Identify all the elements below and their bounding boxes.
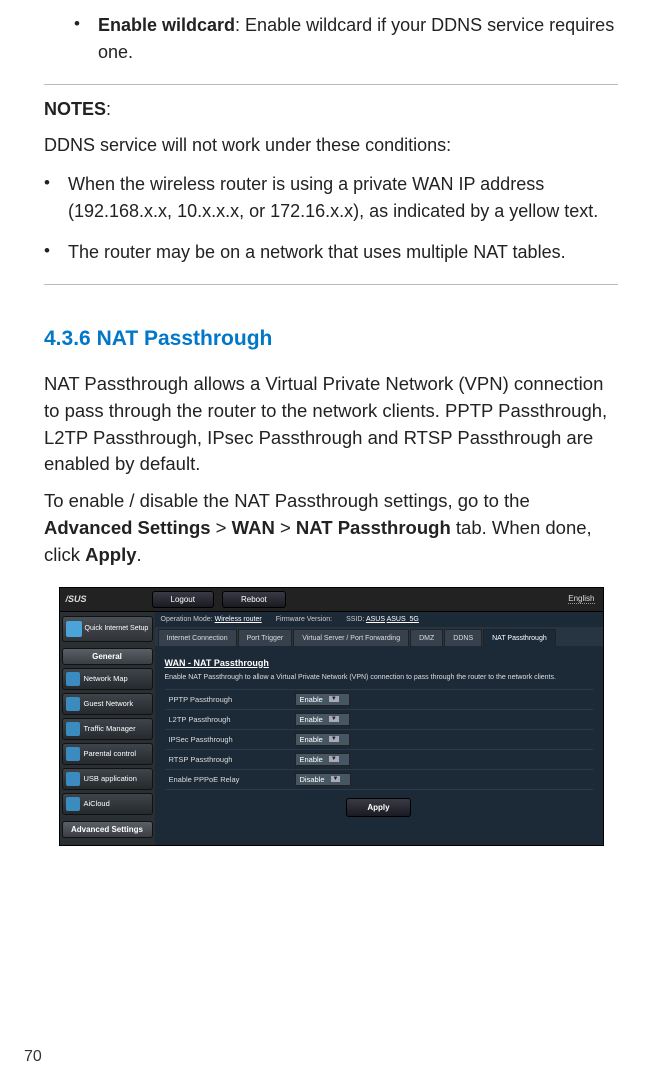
sidebar-item-1[interactable]: Guest Network bbox=[62, 693, 153, 715]
tab-port-trigger[interactable]: Port Trigger bbox=[238, 629, 293, 646]
main-area: Operation Mode: Wireless router Firmware… bbox=[155, 612, 603, 845]
panel: WAN - NAT Passthrough Enable NAT Passthr… bbox=[155, 646, 603, 833]
top-bar: /SUS Logout Reboot English bbox=[60, 588, 603, 612]
sidebar-general-header: General bbox=[62, 648, 153, 665]
setting-label: IPSec Passthrough bbox=[165, 735, 295, 744]
reboot-button[interactable]: Reboot bbox=[222, 591, 286, 608]
note-text: When the wireless router is using a priv… bbox=[68, 171, 618, 225]
chevron-down-icon: ▼ bbox=[329, 736, 339, 742]
paragraph-2: To enable / disable the NAT Passthrough … bbox=[44, 488, 618, 568]
chevron-down-icon: ▼ bbox=[329, 716, 339, 722]
paragraph-1: NAT Passthrough allows a Virtual Private… bbox=[44, 371, 618, 478]
tab-ddns[interactable]: DDNS bbox=[444, 629, 482, 646]
setting-row-4: Enable PPPoE RelayDisable▼ bbox=[165, 769, 593, 789]
note-item-1: • When the wireless router is using a pr… bbox=[44, 171, 618, 225]
setting-label: PPTP Passthrough bbox=[165, 695, 295, 704]
page-number: 70 bbox=[24, 1048, 42, 1066]
notes-title: NOTES: bbox=[44, 99, 618, 120]
setting-label: Enable PPPoE Relay bbox=[165, 775, 295, 784]
bullet-enable-wildcard: • Enable wildcard: Enable wildcard if yo… bbox=[74, 12, 618, 66]
router-ui-screenshot: /SUS Logout Reboot English Quick Interne… bbox=[59, 587, 604, 846]
sidebar-item-4[interactable]: USB application bbox=[62, 768, 153, 790]
quick-internet-setup[interactable]: Quick Internet Setup bbox=[62, 616, 153, 642]
bullet-text: Enable wildcard: Enable wildcard if your… bbox=[98, 12, 618, 66]
notes-intro: DDNS service will not work under these c… bbox=[44, 132, 618, 159]
notes-label: NOTES bbox=[44, 99, 106, 119]
sidebar-icon bbox=[66, 747, 80, 761]
sidebar-advanced-header: Advanced Settings bbox=[62, 821, 153, 838]
sidebar-item-2[interactable]: Traffic Manager bbox=[62, 718, 153, 740]
panel-title: WAN - NAT Passthrough bbox=[165, 658, 593, 668]
section-title: NAT Passthrough bbox=[97, 327, 273, 350]
section-heading: 4.3.6 NAT Passthrough bbox=[44, 327, 618, 351]
chevron-down-icon: ▼ bbox=[329, 756, 339, 762]
setting-select[interactable]: Enable▼ bbox=[295, 753, 350, 766]
sidebar-item-3[interactable]: Parental control bbox=[62, 743, 153, 765]
separator-top bbox=[44, 84, 618, 85]
tab-virtual-server-port-forwarding[interactable]: Virtual Server / Port Forwarding bbox=[293, 629, 409, 646]
notes-colon: : bbox=[106, 99, 111, 119]
sidebar-icon bbox=[66, 672, 80, 686]
tab-dmz[interactable]: DMZ bbox=[410, 629, 443, 646]
setting-label: RTSP Passthrough bbox=[165, 755, 295, 764]
sidebar-item-5[interactable]: AiCloud bbox=[62, 793, 153, 815]
note-item-2: • The router may be on a network that us… bbox=[44, 239, 618, 266]
bullet-bold: Enable wildcard bbox=[98, 15, 235, 35]
setting-select[interactable]: Enable▼ bbox=[295, 693, 350, 706]
tabs: Internet ConnectionPort TriggerVirtual S… bbox=[155, 627, 603, 646]
bullet-dot: • bbox=[44, 239, 68, 266]
sidebar-icon bbox=[66, 772, 80, 786]
language-selector[interactable]: English bbox=[568, 594, 594, 604]
apply-button[interactable]: Apply bbox=[346, 798, 410, 817]
info-bar: Operation Mode: Wireless router Firmware… bbox=[155, 612, 603, 627]
setting-select[interactable]: Enable▼ bbox=[295, 713, 350, 726]
sidebar-item-0[interactable]: Network Map bbox=[62, 668, 153, 690]
tab-nat-passthrough[interactable]: NAT Passthrough bbox=[483, 629, 556, 646]
logout-button[interactable]: Logout bbox=[152, 591, 214, 608]
sidebar-icon bbox=[66, 797, 80, 811]
setting-select[interactable]: Enable▼ bbox=[295, 733, 350, 746]
note-text: The router may be on a network that uses… bbox=[68, 239, 618, 266]
separator-bottom bbox=[44, 284, 618, 285]
tab-internet-connection[interactable]: Internet Connection bbox=[158, 629, 237, 646]
wizard-icon bbox=[66, 621, 82, 637]
setting-row-0: PPTP PassthroughEnable▼ bbox=[165, 689, 593, 709]
bullet-dot: • bbox=[74, 12, 98, 66]
setting-label: L2TP Passthrough bbox=[165, 715, 295, 724]
setting-row-1: L2TP PassthroughEnable▼ bbox=[165, 709, 593, 729]
chevron-down-icon: ▼ bbox=[329, 696, 339, 702]
panel-desc: Enable NAT Passthrough to allow a Virtua… bbox=[165, 674, 593, 681]
apply-row: Apply bbox=[165, 789, 593, 819]
asus-logo: /SUS bbox=[60, 594, 120, 604]
chevron-down-icon: ▼ bbox=[331, 776, 341, 782]
section-number: 4.3.6 bbox=[44, 327, 91, 350]
setting-row-2: IPSec PassthroughEnable▼ bbox=[165, 729, 593, 749]
setting-select[interactable]: Disable▼ bbox=[295, 773, 352, 786]
bullet-dot: • bbox=[44, 171, 68, 225]
sidebar-icon bbox=[66, 697, 80, 711]
sidebar: Quick Internet Setup General Network Map… bbox=[60, 612, 155, 845]
setting-row-3: RTSP PassthroughEnable▼ bbox=[165, 749, 593, 769]
sidebar-icon bbox=[66, 722, 80, 736]
